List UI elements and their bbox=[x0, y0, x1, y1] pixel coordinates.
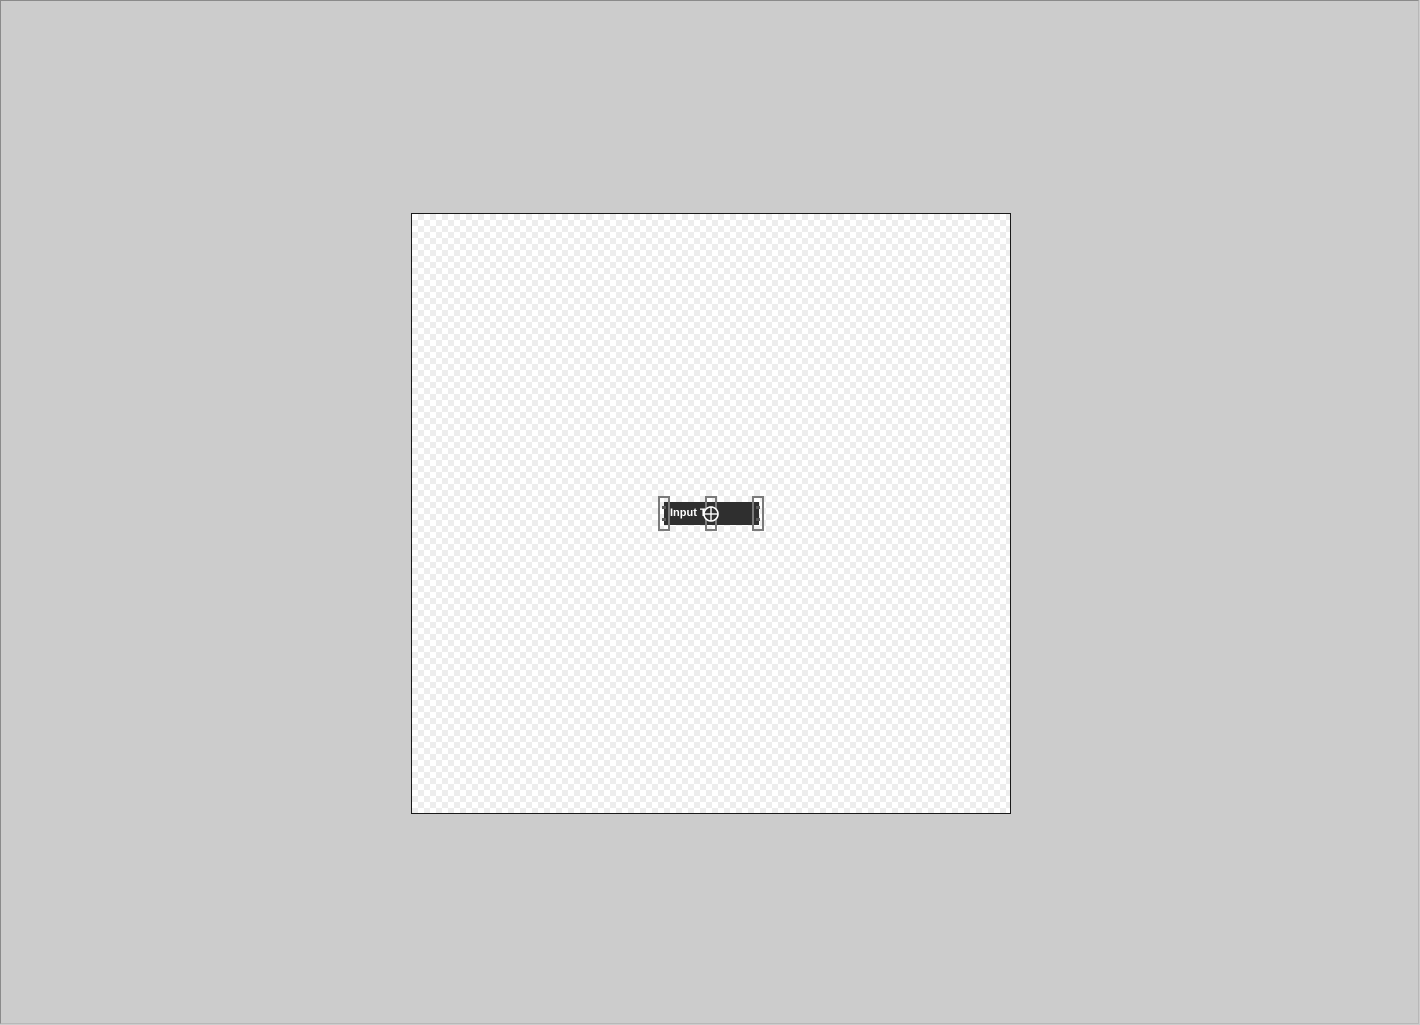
resize-handle-left[interactable] bbox=[658, 496, 670, 531]
artboard-canvas[interactable]: Input T bbox=[411, 213, 1011, 814]
crosshair-icon[interactable] bbox=[702, 505, 720, 523]
editor-workspace[interactable]: Input T bbox=[0, 0, 1419, 1024]
resize-handle-right[interactable] bbox=[752, 496, 764, 531]
